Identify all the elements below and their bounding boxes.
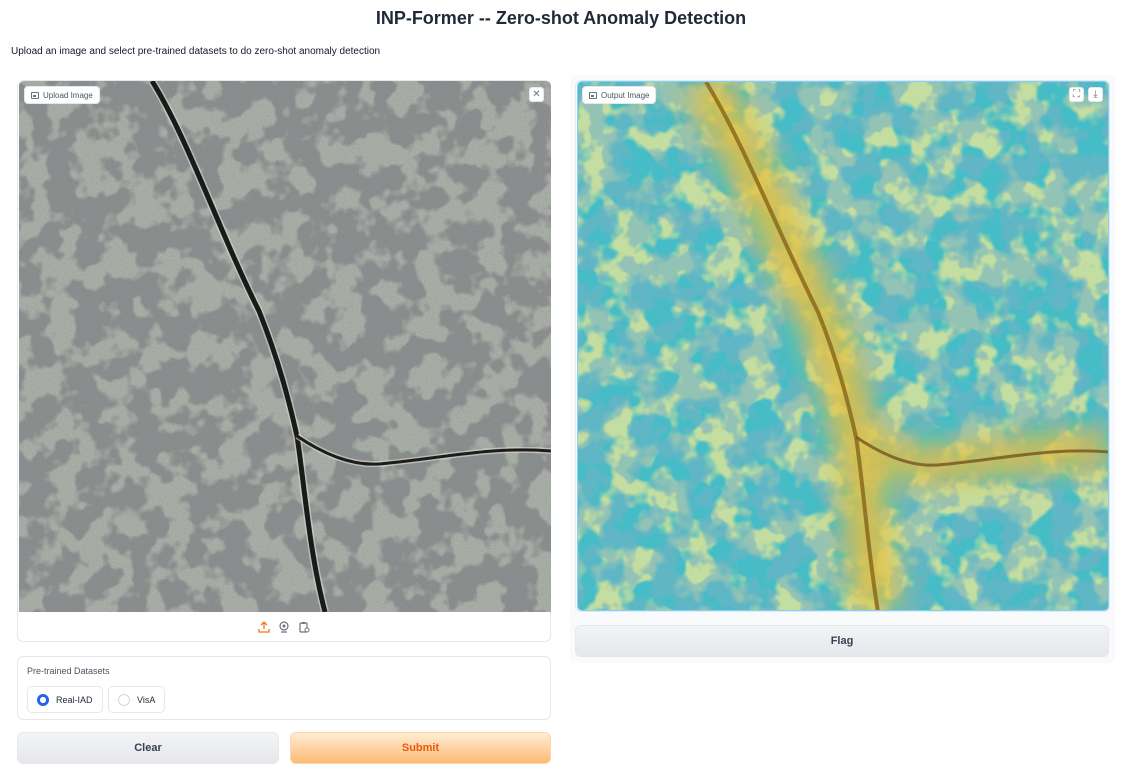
upload-image-label: Upload Image	[24, 86, 100, 104]
radio-real-iad-label: Real-IAD	[56, 694, 93, 705]
fullscreen-icon[interactable]: ⛶	[1069, 87, 1084, 102]
download-icon[interactable]: ⤓	[1088, 87, 1103, 102]
image-source-bar	[18, 617, 550, 637]
datasets-label: Pre-trained Datasets	[27, 666, 110, 676]
radio-visa-label: VisA	[137, 694, 156, 705]
upload-image-label-text: Upload Image	[43, 90, 93, 100]
upload-image-panel[interactable]: Upload Image ✕	[17, 80, 551, 642]
output-image-label-text: Output Image	[601, 90, 650, 100]
flag-button[interactable]: Flag	[575, 625, 1109, 657]
page-description: Upload an image and select pre-trained d…	[11, 46, 381, 57]
radio-real-iad[interactable]: Real-IAD	[27, 686, 103, 713]
image-icon	[31, 91, 39, 99]
app-page: INP-Former -- Zero-shot Anomaly Detectio…	[0, 0, 1122, 781]
radio-selected-indicator	[37, 693, 49, 706]
upload-icon[interactable]	[257, 620, 271, 634]
page-title: INP-Former -- Zero-shot Anomaly Detectio…	[375, 8, 747, 28]
cracked-surface-image	[19, 81, 551, 612]
uploaded-image	[19, 81, 551, 612]
clipboard-icon[interactable]	[297, 620, 311, 634]
output-image-panel: Output Image ⛶ ⤓	[575, 80, 1110, 612]
heatmap-overlay-image	[578, 82, 1108, 610]
radio-unselected-indicator	[118, 693, 130, 706]
pretrained-datasets-group: Pre-trained Datasets Real-IAD VisA	[17, 656, 551, 720]
close-icon[interactable]: ✕	[529, 87, 544, 102]
image-icon	[589, 91, 597, 99]
anomaly-heatmap-image	[577, 81, 1109, 611]
radio-visa[interactable]: VisA	[108, 686, 166, 713]
submit-button[interactable]: Submit	[290, 732, 551, 764]
output-column: Output Image ⛶ ⤓ Flag	[570, 75, 1115, 663]
clear-button[interactable]: Clear	[17, 732, 279, 764]
output-image-label: Output Image	[582, 86, 657, 104]
webcam-icon[interactable]	[277, 620, 291, 634]
